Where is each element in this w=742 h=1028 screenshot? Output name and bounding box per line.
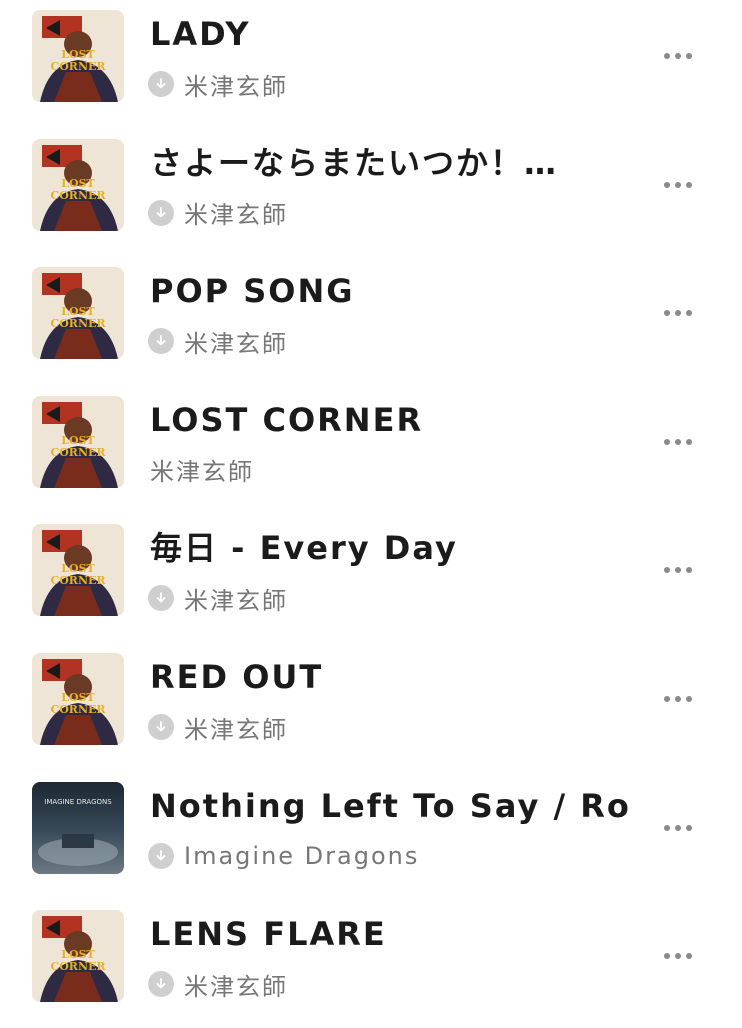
- more-options-icon: [664, 310, 670, 317]
- song-subtitle: Imagine Dragons: [148, 838, 419, 874]
- album-art: IMAGINE DRAGONS: [32, 781, 124, 874]
- artist-name: 米津玄師: [184, 72, 288, 101]
- album-art: LOST CORNER: [32, 653, 124, 745]
- svg-text:IMAGINE DRAGONS: IMAGINE DRAGONS: [44, 798, 112, 806]
- song-row[interactable]: LOST CORNER 毎日 - Every Day 米津玄師: [0, 514, 742, 642]
- download-icon: [148, 585, 174, 612]
- song-title: Nothing Left To Say / Ro…: [150, 786, 630, 825]
- album-art: LOST CORNER: [32, 395, 124, 488]
- album-art: LOST CORNER: [32, 267, 124, 360]
- svg-text:CORNER: CORNER: [50, 574, 106, 587]
- more-options-button[interactable]: [648, 163, 708, 207]
- download-icon: [148, 971, 174, 998]
- song-title: RED OUT: [150, 658, 324, 696]
- song-row[interactable]: LOST CORNER さよーならまたいつか！… 米津玄師: [0, 129, 742, 257]
- more-options-icon: [664, 53, 670, 59]
- svg-text:CORNER: CORNER: [50, 703, 106, 716]
- more-options-button[interactable]: [648, 548, 708, 592]
- artist-name: 米津玄師: [184, 329, 288, 358]
- song-title: さよーならまたいつか！…: [150, 143, 559, 182]
- album-art: LOST CORNER: [32, 524, 124, 617]
- svg-text:CORNER: CORNER: [50, 317, 106, 330]
- more-options-button[interactable]: [648, 34, 708, 78]
- artist-name: 米津玄師: [184, 586, 288, 615]
- artist-name: 米津玄師: [184, 972, 288, 1001]
- song-subtitle: 米津玄師: [148, 66, 288, 102]
- more-options-button[interactable]: [648, 677, 708, 721]
- song-subtitle: 米津玄師: [148, 323, 288, 359]
- song-subtitle: 米津玄師: [148, 195, 288, 231]
- more-options-icon: [664, 567, 670, 574]
- more-options-button[interactable]: [648, 291, 708, 335]
- artist-name: Imagine Dragons: [184, 841, 420, 870]
- download-icon: [148, 328, 174, 355]
- album-art: LOST CORNER: [32, 910, 124, 1003]
- more-options-icon: [664, 953, 670, 960]
- more-options-button[interactable]: [648, 934, 708, 978]
- song-row[interactable]: LOST CORNER POP SONG 米津玄師: [0, 257, 742, 385]
- artist-name: 米津玄師: [184, 715, 288, 744]
- song-row[interactable]: LOST CORNER LOST CORNER 米津玄師: [0, 386, 742, 514]
- svg-text:CORNER: CORNER: [50, 189, 106, 202]
- song-subtitle: 米津玄師: [148, 709, 288, 745]
- artist-name: 米津玄師: [184, 201, 288, 230]
- song-title: LOST CORNER: [150, 400, 424, 439]
- song-title: POP SONG: [150, 272, 355, 311]
- more-options-icon: [664, 696, 670, 702]
- song-subtitle: 米津玄師: [148, 580, 288, 616]
- more-options-icon: [664, 824, 670, 831]
- more-options-button[interactable]: [648, 420, 708, 464]
- download-icon: [148, 199, 174, 226]
- song-row[interactable]: IMAGINE DRAGONS Nothing Left To Say / Ro…: [0, 772, 742, 900]
- song-subtitle: 米津玄師: [148, 966, 288, 1002]
- more-options-icon: [664, 438, 670, 445]
- album-art: LOST CORNER: [32, 138, 124, 231]
- download-icon: [148, 842, 174, 869]
- svg-text:CORNER: CORNER: [50, 60, 106, 73]
- more-options-icon: [664, 181, 670, 188]
- song-row[interactable]: LOST CORNER RED OUT 米津玄師: [0, 643, 742, 771]
- download-icon: [148, 714, 174, 740]
- download-icon: [148, 71, 174, 97]
- more-options-button[interactable]: [648, 806, 708, 850]
- song-row[interactable]: LOST CORNER LADY 米津玄師: [0, 0, 742, 128]
- song-title: LADY: [150, 15, 251, 53]
- song-title: 毎日 - Every Day: [150, 529, 458, 568]
- song-subtitle: 米津玄師: [150, 452, 254, 488]
- svg-text:CORNER: CORNER: [50, 446, 106, 459]
- song-title: LENS FLARE: [150, 915, 387, 954]
- song-row[interactable]: LOST CORNER LENS FLARE 米津玄師: [0, 900, 742, 1028]
- album-art: LOST CORNER: [32, 10, 124, 102]
- artist-name: 米津玄師: [150, 458, 254, 487]
- svg-text:CORNER: CORNER: [50, 960, 106, 973]
